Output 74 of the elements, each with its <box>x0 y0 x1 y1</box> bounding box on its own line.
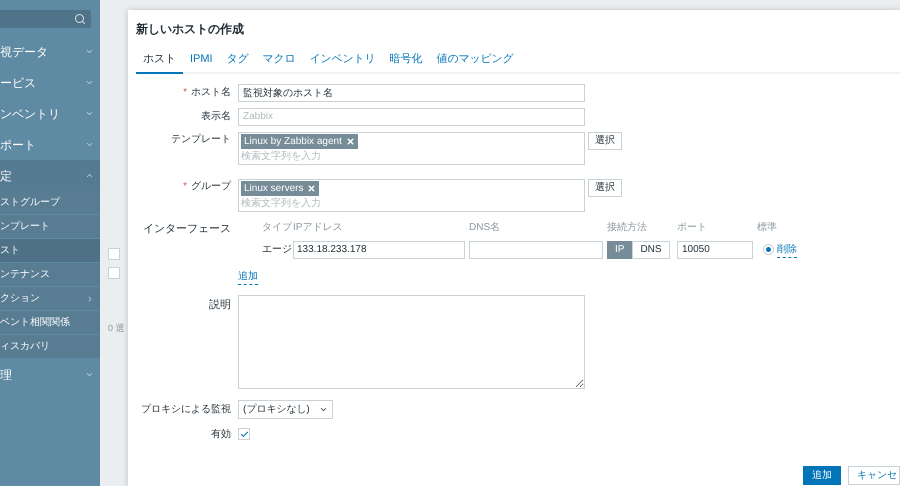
search-icon <box>74 13 86 25</box>
chevron-down-icon <box>85 140 94 149</box>
row-checkbox[interactable] <box>108 248 120 260</box>
tab[interactable]: インベントリ <box>302 51 383 74</box>
column-header: 接続方法 <box>607 220 648 234</box>
connect-toggle[interactable]: DNS <box>632 240 670 258</box>
visible-name-field[interactable]: Zabbix <box>238 108 585 126</box>
required-mark: * <box>183 180 187 194</box>
required-mark: * <box>183 86 187 100</box>
tag-chip: Linux by Zabbix agent <box>241 134 358 148</box>
tab[interactable]: ホスト <box>136 51 183 74</box>
ip-address-field[interactable]: 133.18.233.178 <box>293 240 465 258</box>
column-header: タイプ <box>262 220 293 234</box>
submenu-item[interactable]: ンプレート <box>0 215 100 238</box>
connect-toggle[interactable]: IP <box>607 240 632 258</box>
menu-item[interactable]: ービス <box>0 67 100 98</box>
submenu-item[interactable]: ストグループ <box>0 191 100 214</box>
menu-item[interactable]: 定 <box>0 160 100 191</box>
tab[interactable]: タグ <box>220 51 256 74</box>
port-field[interactable]: 10050 <box>677 240 753 258</box>
menu-item[interactable]: 視データ <box>0 36 100 67</box>
submenu-item[interactable]: スト <box>0 239 100 262</box>
column-header: DNS名 <box>469 220 502 234</box>
proxy-dropdown[interactable]: (プロキシなし) <box>238 400 333 418</box>
default-radio[interactable] <box>763 244 774 255</box>
field-label: プロキシによる監視 <box>141 402 231 416</box>
cancel-button[interactable]: キャンセ <box>848 466 900 485</box>
select-button[interactable]: 選択 <box>588 178 622 196</box>
chevron-down-icon <box>85 109 94 118</box>
remove-link[interactable]: 削除 <box>777 242 797 258</box>
search-placeholder: 検索文字列を入力 <box>241 150 322 164</box>
enabled-checkbox[interactable] <box>238 428 250 440</box>
submenu-item[interactable]: ベント相関関係 <box>0 311 100 334</box>
multiselect-field[interactable]: Linux servers 検索文字列を入力 <box>238 178 585 212</box>
row-checkbox[interactable] <box>108 267 120 279</box>
column-header: ポート <box>677 220 708 234</box>
tab[interactable]: IPMI <box>183 51 220 74</box>
tab[interactable]: マクロ <box>256 51 303 74</box>
menu-item[interactable]: 理 <box>0 359 100 390</box>
field-label: インターフェース <box>143 222 231 236</box>
add-link[interactable]: 追加 <box>238 268 258 284</box>
add-button[interactable]: 追加 <box>803 466 841 485</box>
tab[interactable]: 暗号化 <box>382 51 430 74</box>
submenu-item[interactable]: クション <box>0 287 100 310</box>
chevron-down-icon <box>85 47 94 56</box>
field-label: 説明 <box>209 298 231 312</box>
submenu-item[interactable]: ンテナンス <box>0 263 100 286</box>
menu-item[interactable]: ポート <box>0 129 100 160</box>
column-header: 標準 <box>757 220 777 234</box>
search-field[interactable] <box>0 10 91 28</box>
dns-name-field[interactable] <box>469 240 603 258</box>
submenu-item[interactable]: ィスカバリ <box>0 335 100 358</box>
menu-item[interactable]: ンベントリ <box>0 98 100 129</box>
host-name-field[interactable]: 監視対象のホスト名 <box>238 84 585 102</box>
field-label: 表示名 <box>201 110 231 124</box>
chevron-down-icon <box>85 370 94 379</box>
chevron-up-icon <box>85 171 94 180</box>
column-header: IPアドレス <box>293 220 344 234</box>
remove-icon[interactable] <box>346 136 355 146</box>
dialog-title: 新しいホストの作成 <box>136 21 245 38</box>
field-label: グループ <box>191 180 231 194</box>
remove-icon[interactable] <box>307 184 316 192</box>
field-label: テンプレート <box>171 132 231 146</box>
description-field[interactable] <box>238 294 585 388</box>
chevron-down-icon <box>85 78 94 87</box>
interface-type: エージ <box>262 243 293 257</box>
field-label: 有効 <box>211 428 231 442</box>
select-button[interactable]: 選択 <box>588 132 622 150</box>
tab[interactable]: 値のマッピング <box>430 51 521 74</box>
multiselect-field[interactable]: Linux by Zabbix agent 検索文字列を入力 <box>238 132 585 164</box>
search-placeholder: 検索文字列を入力 <box>241 196 322 210</box>
field-label: ホスト名 <box>191 86 231 100</box>
selection-count: 0 選 <box>108 322 126 335</box>
tag-chip: Linux servers <box>241 180 320 196</box>
